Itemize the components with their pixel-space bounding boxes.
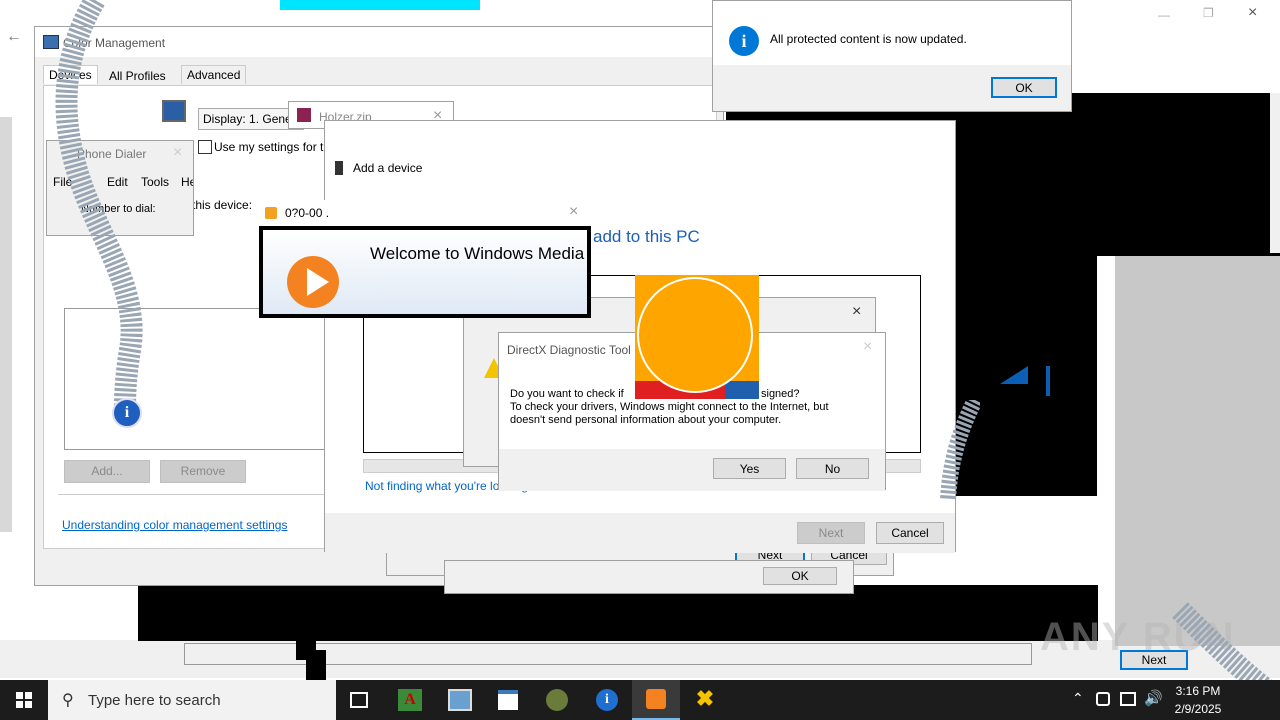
- task-view-icon[interactable]: [350, 692, 368, 708]
- back-arrow-icon[interactable]: ←: [6, 28, 22, 46]
- close-icon[interactable]: ×: [863, 339, 872, 355]
- search-box[interactable]: ⚲ Type here to search: [48, 680, 336, 720]
- no-button[interactable]: No: [796, 458, 869, 479]
- volume-icon[interactable]: 🔊: [1144, 689, 1163, 707]
- photo-app-icon[interactable]: [448, 689, 472, 711]
- divider: [58, 494, 326, 495]
- yes-button[interactable]: Yes: [713, 458, 786, 479]
- close-window-icon[interactable]: ×: [1248, 4, 1257, 22]
- info-ok-button[interactable]: OK: [991, 77, 1057, 98]
- info-dialog: i All protected content is now updated. …: [712, 0, 1072, 112]
- media-player-window: 0?0-00 . × Welcome to Windows Media: [259, 200, 591, 318]
- info-message: All protected content is now updated.: [770, 32, 967, 46]
- display-icon: [162, 100, 186, 122]
- search-placeholder: Type here to search: [88, 692, 221, 709]
- directx-line2: To check your drivers, Windows might con…: [510, 401, 829, 413]
- add-device-cancel-button[interactable]: Cancel: [876, 522, 944, 544]
- close-icon[interactable]: ×: [173, 145, 182, 161]
- add-device-next-button[interactable]: Next: [797, 522, 865, 544]
- media-player-banner: Welcome to Windows Media: [263, 230, 587, 314]
- menu-help[interactable]: Help: [181, 175, 193, 189]
- back-wizard-window-2: OK: [444, 560, 854, 594]
- add-button[interactable]: Add...: [64, 460, 150, 483]
- desktop-right-gray: [1115, 256, 1280, 646]
- start-button[interactable]: [0, 680, 48, 720]
- network-icon[interactable]: [1120, 692, 1136, 706]
- tray-up-icon[interactable]: ⌃: [1072, 690, 1084, 707]
- remove-button[interactable]: Remove: [160, 460, 246, 483]
- directx-icon[interactable]: [546, 689, 568, 711]
- coil-decoration-right: [940, 400, 980, 500]
- media-player-titlebar: 0?0-00 . ×: [259, 200, 591, 226]
- tray-device-icon[interactable]: [1096, 692, 1110, 706]
- winrar-icon: [297, 108, 311, 122]
- clock-time[interactable]: 3:16 PM: [1170, 684, 1226, 698]
- desktop-gray-panel: [0, 117, 12, 532]
- scrollbar[interactable]: [1270, 93, 1280, 253]
- restore-icon[interactable]: ❐: [1203, 6, 1214, 20]
- blue-bar-icon: [1046, 366, 1050, 396]
- device-icon: [335, 161, 343, 175]
- media-player-taskbar-icon[interactable]: [632, 680, 680, 720]
- info-app-icon[interactable]: i: [596, 689, 618, 711]
- use-my-settings-checkbox[interactable]: [198, 140, 212, 154]
- info-icon: i: [729, 26, 759, 56]
- cyan-shape: [280, 0, 480, 10]
- directx-title: DirectX Diagnostic Tool: [507, 343, 631, 357]
- close-icon[interactable]: ×: [852, 304, 861, 320]
- directx-line1-end: signed?: [761, 388, 800, 400]
- add-device-header: Add a device: [325, 121, 955, 201]
- color-management-link[interactable]: Understanding color management settings: [62, 518, 287, 532]
- search-icon: ⚲: [62, 692, 74, 709]
- media-player-title: 0?0-00 .: [285, 206, 330, 220]
- colorful-logo-image: [635, 275, 759, 399]
- directx-line3: doesn't send personal information about …: [510, 414, 782, 426]
- use-my-settings-label: Use my settings for this device: [214, 140, 326, 154]
- info-badge-icon: i: [112, 398, 142, 428]
- back-ok-button[interactable]: OK: [763, 567, 837, 585]
- blue-shape-icon: [1000, 366, 1028, 384]
- profiles-label: this device:: [192, 198, 253, 212]
- taskbar: ⚲ Type here to search A i ✖ ⌃ 🔊 3:16 PM …: [0, 680, 1280, 720]
- play-icon: [307, 268, 329, 296]
- close-icon[interactable]: ×: [569, 204, 578, 220]
- coil-decoration: [55, 0, 143, 411]
- media-player-icon: [265, 207, 277, 219]
- notepad-icon[interactable]: [498, 690, 518, 710]
- font-app-icon[interactable]: A: [398, 689, 422, 711]
- add-device-heading: add to this PC: [593, 227, 700, 246]
- tab-advanced[interactable]: Advanced: [181, 65, 247, 84]
- add-device-title: Add a device: [353, 161, 423, 175]
- windows-icon: [16, 692, 32, 708]
- x-app-icon[interactable]: ✖: [694, 688, 716, 710]
- directx-line1: Do you want to check if: [510, 388, 624, 400]
- media-welcome-text: Welcome to Windows Media: [370, 244, 585, 263]
- clock-date[interactable]: 2/9/2025: [1170, 702, 1226, 716]
- minimize-icon[interactable]: —: [1158, 8, 1170, 22]
